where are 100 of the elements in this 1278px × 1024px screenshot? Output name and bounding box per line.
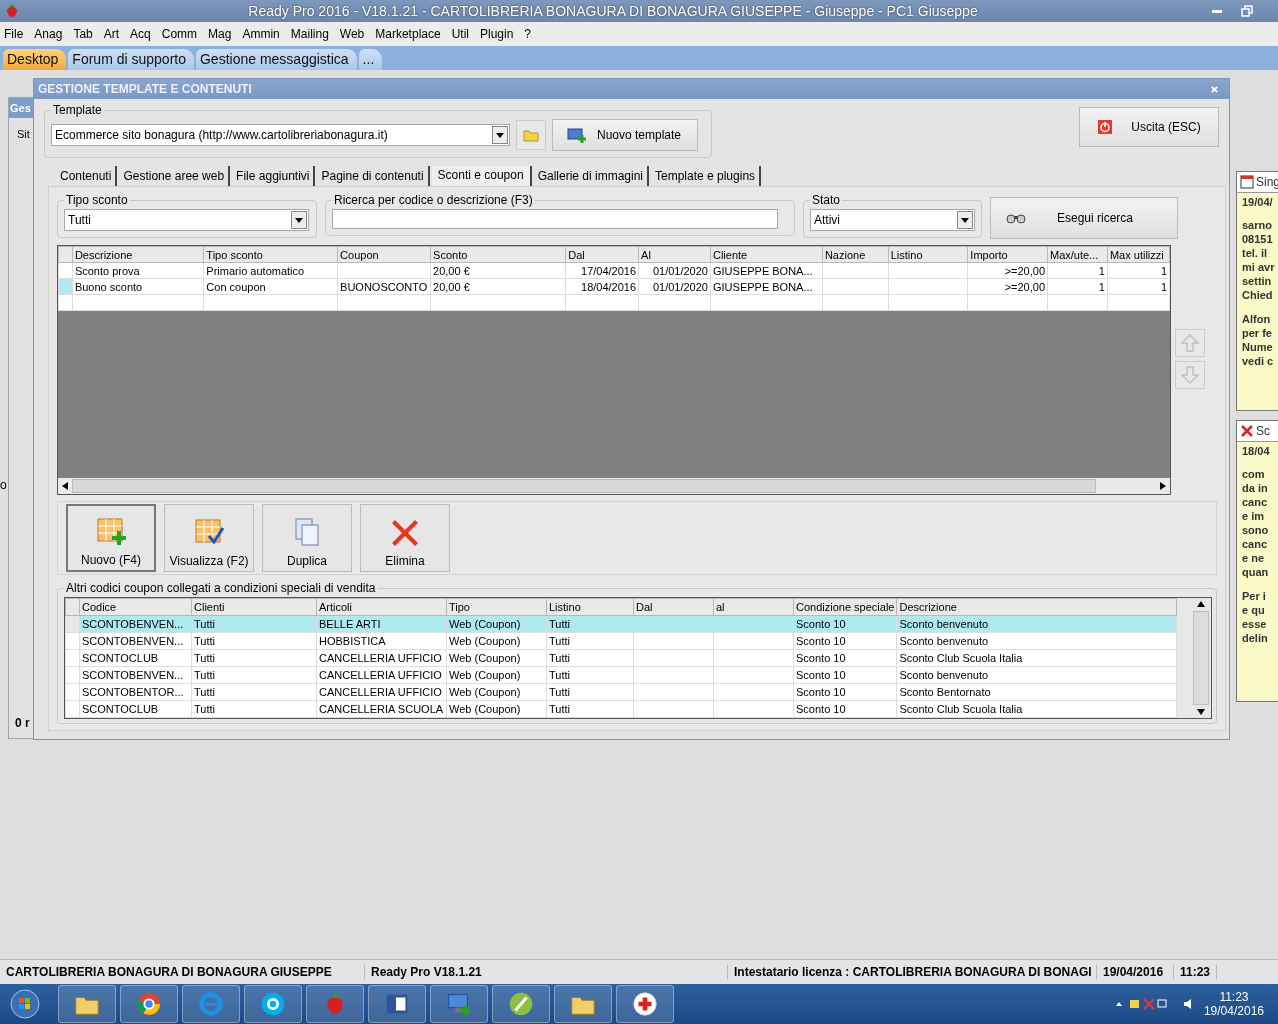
column-header[interactable]: Max/ute... bbox=[1047, 246, 1108, 263]
scroll-left-icon[interactable] bbox=[62, 482, 68, 490]
table-row[interactable]: SCONTOCLUB Tutti CANCELLERIA UFFICIO Web (Coupon) Tutti Sconto 10 Sconto Club Scuola Italia bbox=[65, 649, 1177, 667]
taskbar-app-icon[interactable] bbox=[492, 985, 550, 1023]
column-header[interactable]: Nazione bbox=[822, 246, 889, 263]
column-header[interactable]: Clienti bbox=[191, 598, 317, 616]
menu-item[interactable]: Art bbox=[103, 27, 120, 41]
close-icon[interactable] bbox=[1210, 84, 1219, 94]
column-header[interactable]: Sconto bbox=[430, 246, 566, 263]
exit-button[interactable]: Uscita (ESC) bbox=[1079, 107, 1219, 147]
menu-item[interactable]: ? bbox=[524, 27, 532, 41]
menu-item[interactable]: Acq bbox=[130, 27, 151, 41]
table-cell: Tutti bbox=[194, 703, 215, 715]
column-header[interactable]: Cliente bbox=[710, 246, 823, 263]
table-cell: Tutti bbox=[549, 635, 570, 647]
menu-item[interactable]: Mailing bbox=[290, 27, 329, 41]
table-row[interactable]: SCONTOBENVEN... Tutti HOBBISTICA Web (Coupon) Tutti Sconto 10 Sconto benvenuto bbox=[65, 632, 1177, 650]
note-card[interactable]: Sc 18/04 com da in canc e im sono canc e ne quan Per i e qu esse delin bbox=[1236, 420, 1278, 702]
column-header[interactable]: Descrizione bbox=[896, 598, 1177, 616]
column-header[interactable]: Tipo bbox=[446, 598, 547, 616]
table-cell: CANCELLERIA UFFICIO bbox=[319, 669, 442, 681]
scroll-down-icon[interactable] bbox=[1197, 709, 1205, 715]
column-header[interactable]: Al bbox=[638, 246, 711, 263]
menu-item[interactable]: File bbox=[4, 27, 24, 41]
column-header[interactable]: al bbox=[713, 598, 794, 616]
menu-item[interactable]: Marketplace bbox=[375, 27, 441, 41]
desktop-tab[interactable]: Gestione messaggistica bbox=[195, 49, 357, 70]
desktop-tab[interactable]: Desktop bbox=[3, 49, 67, 70]
table-cell: 17/04/2016 bbox=[581, 264, 637, 277]
menu-item[interactable]: Web bbox=[339, 27, 365, 41]
column-header[interactable]: Listino bbox=[546, 598, 634, 616]
scroll-up-icon[interactable] bbox=[1197, 601, 1205, 607]
taskbar-app-icon[interactable] bbox=[58, 985, 116, 1023]
column-header[interactable]: Descrizione bbox=[72, 246, 204, 263]
vertical-scrollbar[interactable] bbox=[1191, 598, 1211, 718]
column-header[interactable]: Importo bbox=[967, 246, 1048, 263]
table-cell: 1 bbox=[1160, 264, 1167, 277]
taskbar-app-icon[interactable] bbox=[120, 985, 178, 1023]
menu-item[interactable]: Mag bbox=[208, 27, 232, 41]
column-header[interactable]: Tipo sconto bbox=[203, 246, 338, 263]
column-header[interactable]: Dal bbox=[565, 246, 639, 263]
table-row[interactable]: SCONTOCLUB Tutti CANCELLERIA SCUOLA Web (Coupon) Tutti Sconto 10 Sconto Club Scuola Italia bbox=[65, 700, 1177, 718]
menu-item[interactable]: Util bbox=[451, 27, 469, 41]
action-button[interactable]: Elimina bbox=[360, 504, 450, 572]
table-cell: Sconto 10 bbox=[796, 635, 846, 647]
menu-item[interactable]: Plugin bbox=[480, 27, 514, 41]
table-row[interactable]: SCONTOBENTOR... Tutti CANCELLERIA UFFICIO Web (Coupon) Tutti Sconto 10 Sconto Bentornato bbox=[65, 683, 1177, 701]
table-cell: SCONTOCLUB bbox=[82, 703, 159, 715]
monitor-plus-icon bbox=[567, 127, 587, 143]
taskbar-app-icon[interactable] bbox=[368, 985, 426, 1023]
scroll-right-icon[interactable] bbox=[1160, 482, 1166, 490]
menu-item[interactable]: Comm bbox=[161, 27, 198, 41]
taskbar-app-icon[interactable] bbox=[430, 985, 488, 1023]
horizontal-scrollbar[interactable] bbox=[58, 478, 1170, 494]
table-cell: 1 bbox=[1160, 280, 1167, 293]
column-header[interactable]: Dal bbox=[633, 598, 714, 616]
column-header[interactable]: Articoli bbox=[316, 598, 447, 616]
table-row[interactable]: SCONTOBENVEN... Tutti BELLE ARTI Web (Coupon) Tutti Sconto 10 Sconto benvenuto bbox=[65, 615, 1177, 633]
column-header[interactable]: Condizione speciale bbox=[793, 598, 897, 616]
table-cell: Web (Coupon) bbox=[449, 618, 521, 630]
taskbar-app-icon[interactable] bbox=[554, 985, 612, 1023]
column-header[interactable]: Coupon bbox=[337, 246, 431, 263]
desktop-tab[interactable]: ... bbox=[358, 49, 383, 70]
table-cell: Primario automatico bbox=[206, 264, 305, 277]
new-template-button[interactable]: Nuovo template bbox=[552, 119, 698, 151]
column-header[interactable]: Codice bbox=[79, 598, 192, 616]
menu-item[interactable]: Anag bbox=[34, 27, 63, 41]
note-text: vedi c bbox=[1242, 354, 1275, 368]
table-cell: Sconto prova bbox=[74, 264, 140, 277]
table-row[interactable]: Sconto prova Primario automatico 20,00 € 17/04/2016 01/01/2020 GIUSEPPE BONA... >=20,00 1 1 bbox=[58, 262, 1170, 279]
strawberry-icon bbox=[4, 3, 20, 19]
table-row[interactable]: SCONTOBENVEN... Tutti CANCELLERIA UFFICIO Web (Coupon) Tutti Sconto 10 Sconto benvenuto bbox=[65, 666, 1177, 684]
search-button[interactable]: Esegui ricerca bbox=[990, 197, 1178, 239]
note-text: canc bbox=[1242, 537, 1269, 551]
search-field[interactable] bbox=[332, 209, 778, 229]
folder-icon bbox=[523, 128, 539, 142]
taskbar-app-icon[interactable] bbox=[244, 985, 302, 1023]
column-header[interactable]: Listino bbox=[888, 246, 968, 263]
table-cell: >=20,00 bbox=[1004, 264, 1045, 277]
menu-item[interactable]: Tab bbox=[73, 27, 93, 41]
action-button[interactable]: Duplica bbox=[262, 504, 352, 572]
template-dropdown[interactable]: Ecommerce sito bonagura (http://www.cartolibreriabonagura.it) bbox=[51, 124, 510, 146]
desktop-tab[interactable]: Forum di supporto bbox=[68, 49, 194, 70]
column-header[interactable]: Max utilizzi bbox=[1107, 246, 1170, 263]
binoculars-icon bbox=[1005, 211, 1027, 225]
cross-icon bbox=[1240, 424, 1254, 438]
field-label: Sit bbox=[17, 128, 30, 140]
discount-type-dropdown[interactable]: Tutti bbox=[64, 209, 309, 231]
note-text: e im bbox=[1242, 509, 1265, 523]
taskbar-app-icon[interactable] bbox=[616, 985, 674, 1023]
table-row[interactable]: Buono sconto Con coupon BUONOSCONTO 20,00 € 18/04/2016 01/01/2020 GIUSEPPE BONA... >=20,00 1 1 bbox=[58, 278, 1170, 295]
clock[interactable]: 11:23 19/04/2016 bbox=[1203, 990, 1264, 1018]
note-text: Chied bbox=[1242, 288, 1274, 302]
tab[interactable]: Sconti e coupon bbox=[431, 166, 532, 186]
status-dropdown[interactable]: Attivi bbox=[810, 209, 975, 231]
action-button[interactable]: Visualizza (F2) bbox=[164, 504, 254, 572]
menu-item[interactable]: Ammin bbox=[242, 27, 280, 41]
window-edge-text: o bbox=[0, 478, 7, 492]
action-button[interactable]: Nuovo (F4) bbox=[66, 504, 156, 572]
up-arrow-icon bbox=[1180, 333, 1200, 353]
